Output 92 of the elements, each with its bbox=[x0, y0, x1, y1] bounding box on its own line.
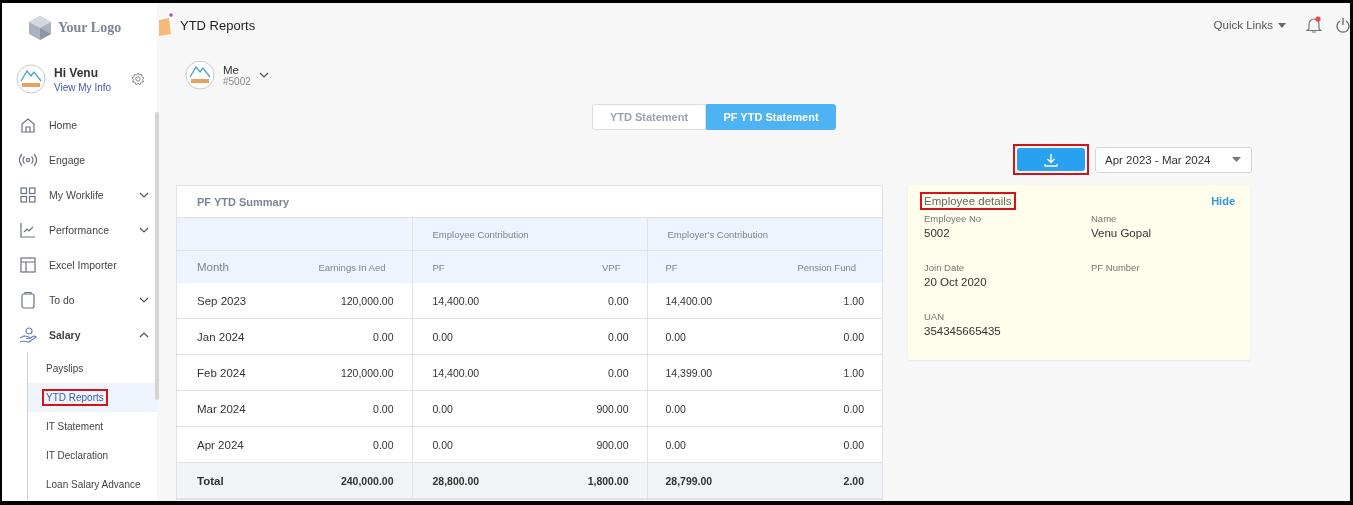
table-cell: 14,400.00 bbox=[647, 283, 765, 319]
field-label: PF Number bbox=[1091, 262, 1141, 273]
avatar-icon bbox=[185, 60, 215, 90]
nav-item[interactable]: Salary bbox=[2, 317, 157, 352]
column-header: PF bbox=[412, 250, 530, 283]
table-icon bbox=[19, 255, 37, 274]
field-label: Name bbox=[1091, 213, 1118, 224]
employee-name: Me bbox=[223, 63, 240, 76]
table-cell: 120,000.00 bbox=[294, 354, 412, 391]
table-cell: 0.00 bbox=[412, 318, 530, 355]
employee-selector[interactable]: Me #5002 bbox=[176, 59, 269, 91]
table-cell: Mar 2024 bbox=[177, 390, 295, 427]
table-cell: 0.00 bbox=[529, 354, 647, 391]
accent-shape-icon bbox=[159, 12, 175, 38]
nav-item[interactable]: Excel Importer bbox=[2, 247, 157, 282]
group-header: Employer's Contribution bbox=[647, 218, 882, 251]
table-cell: 0.00 bbox=[764, 318, 882, 355]
clipboard-icon bbox=[19, 290, 37, 309]
nav-item[interactable]: My Worklife bbox=[2, 177, 157, 212]
field-value: 354345665435 bbox=[924, 325, 1002, 337]
caret-icon bbox=[1278, 22, 1286, 28]
grid-icon bbox=[19, 185, 37, 204]
power-icon[interactable] bbox=[1336, 17, 1350, 33]
table-cell: Feb 2024 bbox=[177, 354, 295, 391]
field-value: 5002 bbox=[924, 227, 951, 239]
logo-text: Your Logo bbox=[58, 20, 122, 36]
chart-icon bbox=[19, 220, 37, 239]
column-header: Month bbox=[177, 250, 295, 283]
column-header: PF bbox=[647, 250, 765, 283]
field-value: 20 Oct 2020 bbox=[924, 276, 988, 288]
table-cell: 900.00 bbox=[529, 426, 647, 463]
table-cell: 0.00 bbox=[764, 390, 882, 427]
submenu-item[interactable]: Loan Salary Advance bbox=[28, 470, 157, 499]
download-icon bbox=[1044, 152, 1058, 167]
table-cell: 0.00 bbox=[412, 426, 530, 463]
field-label: Employee No bbox=[924, 213, 983, 224]
table-cell: 28,799.00 bbox=[647, 462, 765, 499]
table-cell: 1.00 bbox=[764, 283, 882, 319]
table-cell: 0.00 bbox=[647, 318, 765, 355]
submenu-item[interactable]: YTD Reports bbox=[28, 383, 157, 412]
table-cell: 0.00 bbox=[647, 390, 765, 427]
profile-link[interactable]: View My Info bbox=[54, 81, 131, 93]
period-dropdown[interactable]: Apr 2023 - Mar 2024 bbox=[1095, 146, 1252, 173]
table-cell: Apr 2024 bbox=[177, 426, 295, 463]
table-cell: 0.00 bbox=[529, 283, 647, 319]
table-cell: 0.00 bbox=[294, 426, 412, 463]
table-cell: 0.00 bbox=[412, 390, 530, 427]
table-cell: Total bbox=[177, 462, 295, 499]
table-cell: 14,400.00 bbox=[412, 354, 530, 391]
field-label: Join Date bbox=[924, 262, 966, 273]
settings-icon bbox=[131, 72, 145, 86]
table-cell: Jan 2024 bbox=[177, 318, 295, 355]
table-cell: Sep 2023 bbox=[177, 283, 295, 319]
table-cell: 1,800.00 bbox=[529, 462, 647, 499]
nav-item[interactable]: Home bbox=[2, 107, 157, 142]
table-cell: 1.00 bbox=[764, 354, 882, 391]
column-header: Pension Fund bbox=[764, 250, 882, 283]
nav-item[interactable]: Engage bbox=[2, 142, 157, 177]
avatar-icon bbox=[16, 64, 46, 94]
table-cell: 2.00 bbox=[764, 462, 882, 499]
submenu-item[interactable]: Payslips bbox=[28, 354, 157, 383]
gem-icon bbox=[28, 15, 52, 41]
submenu-item[interactable]: IT Statement bbox=[28, 412, 157, 441]
table-cell: 14,400.00 bbox=[412, 283, 530, 319]
chevron-icon bbox=[258, 72, 269, 78]
notification-bell-icon[interactable] bbox=[1306, 16, 1322, 34]
table-cell: 900.00 bbox=[529, 390, 647, 427]
table-cell: 14,399.00 bbox=[647, 354, 765, 391]
nav-item[interactable]: To do bbox=[2, 282, 157, 317]
table-cell: 0.00 bbox=[647, 426, 765, 463]
field-label: UAN bbox=[924, 311, 946, 322]
user-greeting: Hi Venu bbox=[54, 65, 99, 80]
table-cell: 0.00 bbox=[294, 318, 412, 355]
details-title: Employee details bbox=[920, 192, 1016, 210]
table-cell: 0.00 bbox=[764, 426, 882, 463]
employee-id: #5002 bbox=[223, 75, 251, 87]
page-title: YTD Reports bbox=[180, 17, 257, 33]
table-cell: 0.00 bbox=[529, 318, 647, 355]
table-cell: 28,800.00 bbox=[412, 462, 530, 499]
caret-icon bbox=[1232, 157, 1241, 162]
hand-icon bbox=[19, 325, 37, 344]
column-header: VPF bbox=[529, 250, 647, 283]
scrollbar[interactable] bbox=[155, 112, 159, 400]
table-cell: 0.00 bbox=[294, 390, 412, 427]
quick-links-menu[interactable]: Quick Links bbox=[1213, 19, 1286, 31]
submenu-item[interactable]: IT Declaration bbox=[28, 441, 157, 470]
column-header: Earnings In Aed bbox=[294, 250, 412, 283]
nav-item[interactable]: Performance bbox=[2, 212, 157, 247]
table-cell: 240,000.00 bbox=[294, 462, 412, 499]
group-header: Employee Contribution bbox=[412, 218, 647, 251]
field-value: Venu Gopal bbox=[1091, 227, 1153, 239]
table-cell: 120,000.00 bbox=[294, 283, 412, 319]
